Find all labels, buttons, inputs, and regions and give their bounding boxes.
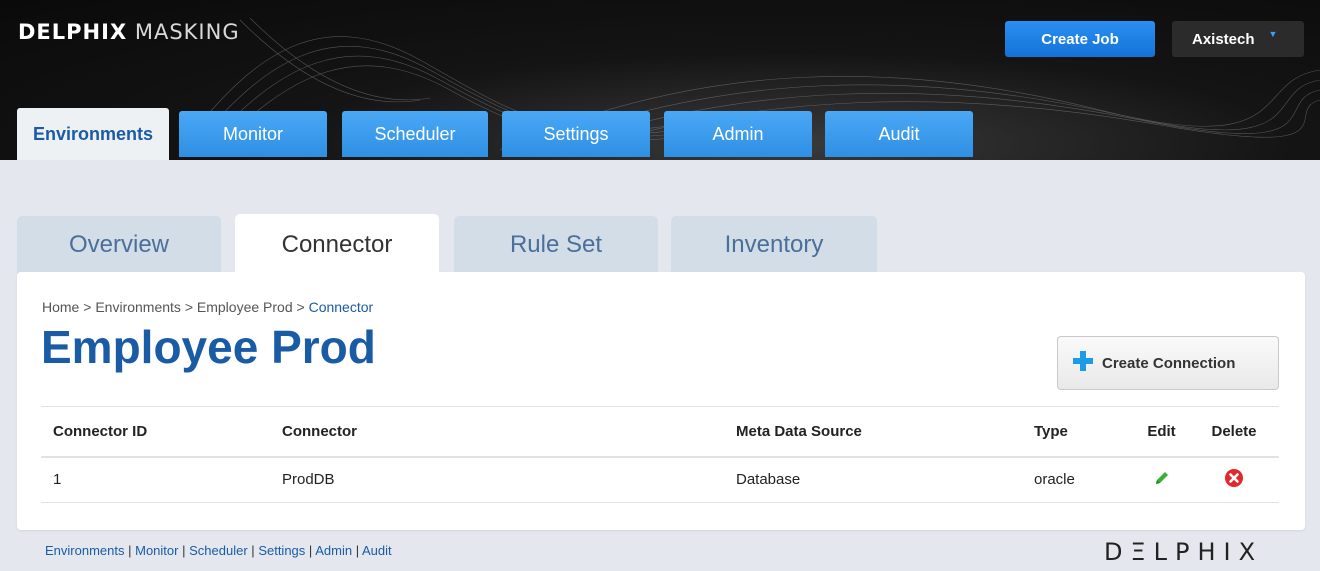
breadcrumb-separator: >: [296, 299, 305, 315]
cell-edit: [1134, 456, 1189, 503]
content-panel: Home > Environments > Employee Prod > Co…: [17, 272, 1305, 530]
footer-separator: |: [182, 543, 186, 558]
connector-table: Connector ID Connector Meta Data Source …: [41, 406, 1279, 503]
cell-delete: [1189, 456, 1279, 503]
footer-separator: |: [355, 543, 360, 558]
column-header-edit: Edit: [1134, 406, 1189, 458]
footer-logo: DΞLPHIX: [1104, 538, 1264, 566]
breadcrumb-separator: >: [83, 299, 92, 315]
pencil-icon[interactable]: [1153, 469, 1171, 487]
user-menu[interactable]: Axistech ▼: [1172, 21, 1304, 57]
table-row: 1 ProdDB Database oracle: [41, 456, 1279, 503]
tab-settings[interactable]: Settings: [502, 111, 650, 157]
footer-link-audit[interactable]: Audit: [362, 543, 392, 558]
create-connection-label: Create Connection: [1102, 354, 1236, 372]
breadcrumb-environments[interactable]: Environments: [95, 299, 181, 315]
x-circle-icon[interactable]: [1224, 468, 1244, 488]
app-logo: DELPHIX MASKING: [18, 20, 240, 44]
brand-light-text: MASKING: [134, 20, 240, 44]
footer-link-settings[interactable]: Settings: [258, 543, 305, 558]
footer-link-monitor[interactable]: Monitor: [135, 543, 178, 558]
create-connection-button[interactable]: Create Connection: [1057, 336, 1279, 390]
footer-separator: |: [308, 543, 313, 558]
create-job-button[interactable]: Create Job: [1005, 21, 1155, 57]
caret-down-icon: ▼: [1268, 29, 1278, 39]
breadcrumb-separator: >: [184, 299, 193, 315]
breadcrumb-current: Connector: [308, 299, 374, 315]
cell-meta-data-source: Database: [724, 456, 1022, 503]
subtab-overview[interactable]: Overview: [17, 216, 221, 274]
column-header-connector-id: Connector ID: [41, 406, 270, 458]
subtab-rule-set[interactable]: Rule Set: [454, 216, 658, 274]
footer-links: Environments | Monitor | Scheduler | Set…: [45, 543, 392, 558]
tab-admin[interactable]: Admin: [664, 111, 812, 157]
column-header-delete: Delete: [1189, 406, 1279, 458]
footer-separator: |: [128, 543, 132, 558]
footer-link-admin[interactable]: Admin: [315, 543, 352, 558]
table-header-row: Connector ID Connector Meta Data Source …: [41, 406, 1279, 458]
app-header: DELPHIX MASKING Create Job Axistech ▼ En…: [0, 0, 1320, 160]
subtab-connector[interactable]: Connector: [235, 214, 439, 276]
tab-environments[interactable]: Environments: [17, 108, 169, 160]
cell-connector: ProdDB: [270, 456, 724, 503]
user-name: Axistech: [1192, 30, 1255, 48]
page-title: Employee Prod: [41, 321, 376, 373]
tab-scheduler[interactable]: Scheduler: [342, 111, 488, 157]
footer-link-environments[interactable]: Environments: [45, 543, 124, 558]
column-header-meta-data-source: Meta Data Source: [724, 406, 1022, 458]
column-header-type: Type: [1022, 406, 1134, 458]
brand-bold-text: DELPHIX: [18, 20, 128, 44]
footer-separator: |: [251, 543, 255, 558]
cell-type: oracle: [1022, 456, 1134, 503]
cell-connector-id: 1: [41, 456, 270, 503]
plus-icon: [1072, 349, 1094, 377]
breadcrumb-home[interactable]: Home: [42, 299, 79, 315]
tab-monitor[interactable]: Monitor: [179, 111, 327, 157]
column-header-connector: Connector: [270, 406, 724, 458]
breadcrumb: Home > Environments > Employee Prod > Co…: [42, 299, 373, 315]
footer-link-scheduler[interactable]: Scheduler: [189, 543, 248, 558]
breadcrumb-environment[interactable]: Employee Prod: [197, 299, 293, 315]
tab-audit[interactable]: Audit: [825, 111, 973, 157]
subtab-inventory[interactable]: Inventory: [671, 216, 877, 274]
